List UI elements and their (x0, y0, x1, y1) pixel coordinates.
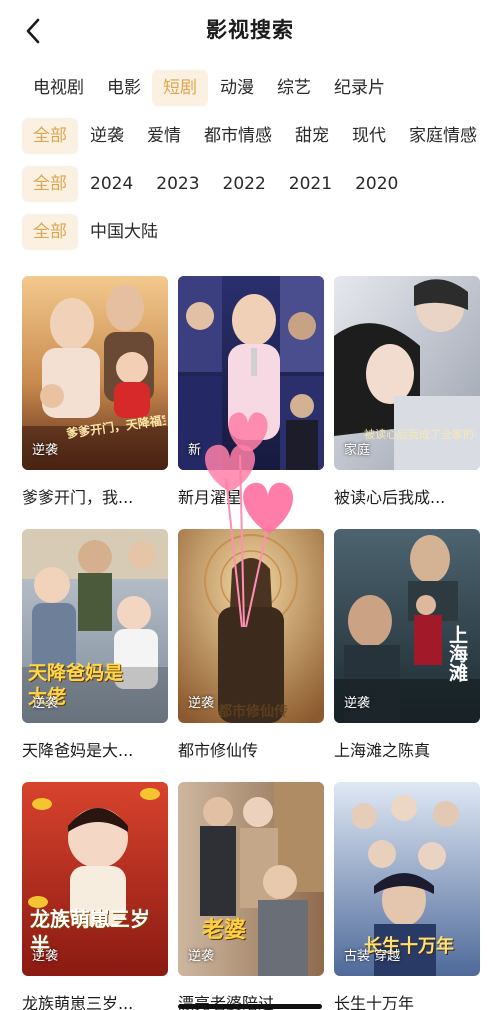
filter-year-all[interactable]: 全部 (22, 166, 78, 202)
poster-image: 新 (178, 276, 324, 470)
poster-overlay-title: 都市修仙传 (218, 704, 288, 720)
filter-genre-comeback[interactable]: 逆袭 (90, 118, 124, 154)
filter-category-short-drama[interactable]: 短剧 (152, 70, 208, 106)
filter-genre-family[interactable]: 家庭情感 (409, 118, 477, 154)
filter-year-2024[interactable]: 2024 (90, 166, 133, 202)
genre-badge: 逆袭 (344, 696, 371, 711)
filter-year-2021[interactable]: 2021 (289, 166, 332, 202)
poster-image: 老婆 逆袭 (178, 782, 324, 976)
drama-card[interactable]: 长生十万年 古装 穿越 长生十万年 (334, 782, 480, 1010)
home-indicator[interactable] (178, 1004, 322, 1009)
region-filter-row: 全部 中国大陆 (22, 214, 181, 250)
filter-genre-modern[interactable]: 现代 (352, 118, 386, 154)
filter-year-2020[interactable]: 2020 (355, 166, 398, 202)
poster-overlay-title: 老婆 (202, 918, 247, 943)
genre-badge: 逆袭 (188, 696, 215, 711)
poster-overlay-title: 被读心后我成了全家的小棉袄 (364, 428, 476, 441)
filter-category-documentary[interactable]: 纪录片 (334, 70, 385, 106)
genre-badge: 逆袭 (32, 949, 59, 964)
drama-card[interactable]: 龙族萌崽三岁半 逆袭 龙族萌崽三岁... (22, 782, 168, 1010)
filter-genre-all[interactable]: 全部 (22, 118, 78, 154)
filter-genre-romance[interactable]: 爱情 (147, 118, 181, 154)
card-title: 长生十万年 (334, 994, 415, 1010)
poster-image: 被读心后我成了全家的小棉袄 家庭 (334, 276, 480, 470)
poster-image: 都市修仙传 逆袭 (178, 529, 324, 723)
drama-card[interactable]: 新 新月濯星 (178, 276, 324, 508)
filter-category-tv[interactable]: 电视剧 (33, 70, 84, 106)
card-title: 新月濯星 (178, 488, 243, 507)
genre-badge: 家庭 (344, 443, 371, 458)
genre-filter-row: 全部 逆袭 爱情 都市情感 甜宠 现代 家庭情感 (22, 118, 500, 154)
filter-category-movie[interactable]: 电影 (107, 70, 141, 106)
drama-card[interactable]: 被读心后我成了全家的小棉袄 家庭 被读心后我成... (334, 276, 480, 508)
drama-card[interactable]: 老婆 逆袭 漂亮老婆陪过... (178, 782, 324, 1010)
genre-badge: 逆袭 (32, 443, 59, 458)
poster-image: 长生十万年 古装 穿越 (334, 782, 480, 976)
card-title: 都市修仙传 (178, 741, 259, 760)
new-badge: 新 (188, 443, 202, 458)
poster-image: 天降爸妈是大佬 逆袭 (22, 529, 168, 723)
filter-category-anime[interactable]: 动漫 (220, 70, 254, 106)
card-title: 被读心后我成... (334, 488, 446, 507)
filter-category-variety[interactable]: 综艺 (277, 70, 311, 106)
card-title: 天降爸妈是大... (22, 741, 134, 760)
card-title: 爹爹开门，我... (22, 488, 134, 507)
filter-genre-urban-emotion[interactable]: 都市情感 (204, 118, 272, 154)
drama-card[interactable]: 上海滩 逆袭 上海滩之陈真 (334, 529, 480, 761)
top-bar: 影视搜索 (0, 0, 500, 62)
poster-image: 上海滩 逆袭 (334, 529, 480, 723)
drama-card[interactable]: 爹爹开门，天降福宝来救命 逆袭 爹爹开门，我... (22, 276, 168, 508)
genre-badge: 逆袭 (188, 949, 215, 964)
drama-card[interactable]: 天降爸妈是大佬 逆袭 天降爸妈是大... (22, 529, 168, 761)
filter-genre-sweet[interactable]: 甜宠 (295, 118, 329, 154)
filter-year-2023[interactable]: 2023 (156, 166, 199, 202)
year-filter-row: 全部 2024 2023 2022 2021 2020 (22, 166, 421, 202)
genre-badge: 逆袭 (32, 696, 59, 711)
page-title: 影视搜索 (206, 18, 294, 42)
poster-image: 爹爹开门，天降福宝来救命 逆袭 (22, 276, 168, 470)
poster-overlay-title: 上海滩 (446, 625, 468, 682)
genre-badge: 古装 穿越 (344, 949, 401, 964)
filter-region-all[interactable]: 全部 (22, 214, 78, 250)
filter-region-mainland[interactable]: 中国大陆 (90, 214, 158, 250)
poster-image: 龙族萌崽三岁半 逆袭 (22, 782, 168, 976)
card-title: 龙族萌崽三岁... (22, 994, 134, 1010)
card-title: 上海滩之陈真 (334, 741, 431, 760)
category-filter-row: 电视剧 电影 短剧 动漫 综艺 纪录片 (22, 70, 408, 106)
filter-year-2022[interactable]: 2022 (223, 166, 266, 202)
drama-card[interactable]: 都市修仙传 逆袭 都市修仙传 (178, 529, 324, 761)
